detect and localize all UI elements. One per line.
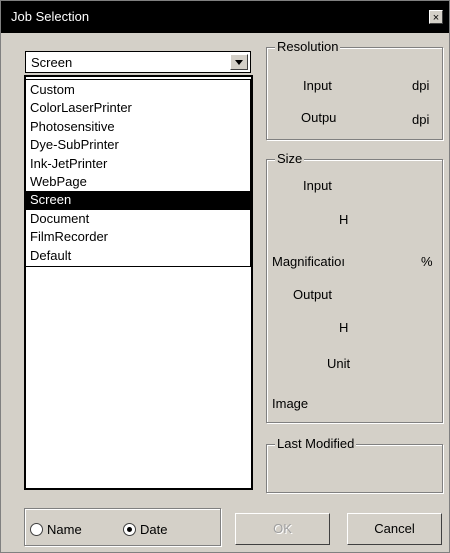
magnification-label: Magnificatioı (272, 254, 345, 269)
radio-unchecked-icon (30, 523, 43, 536)
sort-by-name-label: Name (47, 522, 82, 537)
dropdown-item[interactable]: Custom (26, 81, 250, 99)
job-combo[interactable]: Screen (25, 51, 251, 73)
close-icon[interactable]: × (429, 10, 443, 24)
resolution-input-label: Input (303, 78, 332, 93)
dropdown-item[interactable]: ColorLaserPrinter (26, 99, 250, 117)
resolution-group: Resolution Input dpi Outpu dpi (266, 39, 443, 140)
size-output-label: Output (293, 287, 333, 302)
resolution-input-unit: dpi (412, 78, 430, 93)
radio-checked-icon (123, 523, 136, 536)
size-image-label: Image (272, 396, 309, 411)
dropdown-item[interactable]: Default (26, 247, 250, 265)
dropdown-item[interactable]: Photosensitive (26, 118, 250, 136)
last-modified-title: Last Modified (275, 436, 357, 451)
resolution-title: Resolution (275, 39, 341, 54)
job-selection-dialog: Job Selection × Screen Custom ColorLaserP… (0, 0, 450, 553)
size-input-label: Input (303, 178, 332, 193)
dropdown-item[interactable]: Ink-JetPrinter (26, 155, 250, 173)
size-group: Size Input H Magnificatioı % Output H Un… (266, 151, 443, 423)
magnification-percent: % (421, 254, 433, 269)
resolution-output-unit: dpi (412, 112, 430, 127)
size-output-h-label: H (339, 320, 349, 335)
job-combo-value: Screen (31, 55, 73, 70)
size-unit-label: Unit (327, 356, 351, 371)
dropdown-item[interactable]: Dye-SubPrinter (26, 136, 250, 154)
size-input-h-label: H (339, 212, 349, 227)
last-modified-group: Last Modified (266, 436, 443, 493)
resolution-output-label: Outpu (301, 110, 337, 125)
radio-dot-icon (127, 527, 132, 532)
ok-button[interactable]: OK (235, 513, 330, 545)
window-title: Job Selection (11, 9, 90, 24)
dropdown-item[interactable]: Screen (26, 191, 250, 210)
job-dropdown-list[interactable]: Custom ColorLaserPrinter Photosensitive Dye… (25, 79, 251, 267)
sort-by-date-label: Date (140, 522, 168, 537)
dropdown-arrow-icon[interactable] (230, 54, 248, 70)
title-bar[interactable]: Job Selection × (1, 1, 449, 33)
size-title: Size (275, 151, 305, 166)
cancel-button[interactable]: Cancel (347, 513, 442, 545)
dropdown-item[interactable]: FilmRecorder (26, 228, 250, 246)
dropdown-item[interactable]: Document (26, 210, 250, 228)
dropdown-item[interactable]: WebPage (26, 173, 250, 191)
